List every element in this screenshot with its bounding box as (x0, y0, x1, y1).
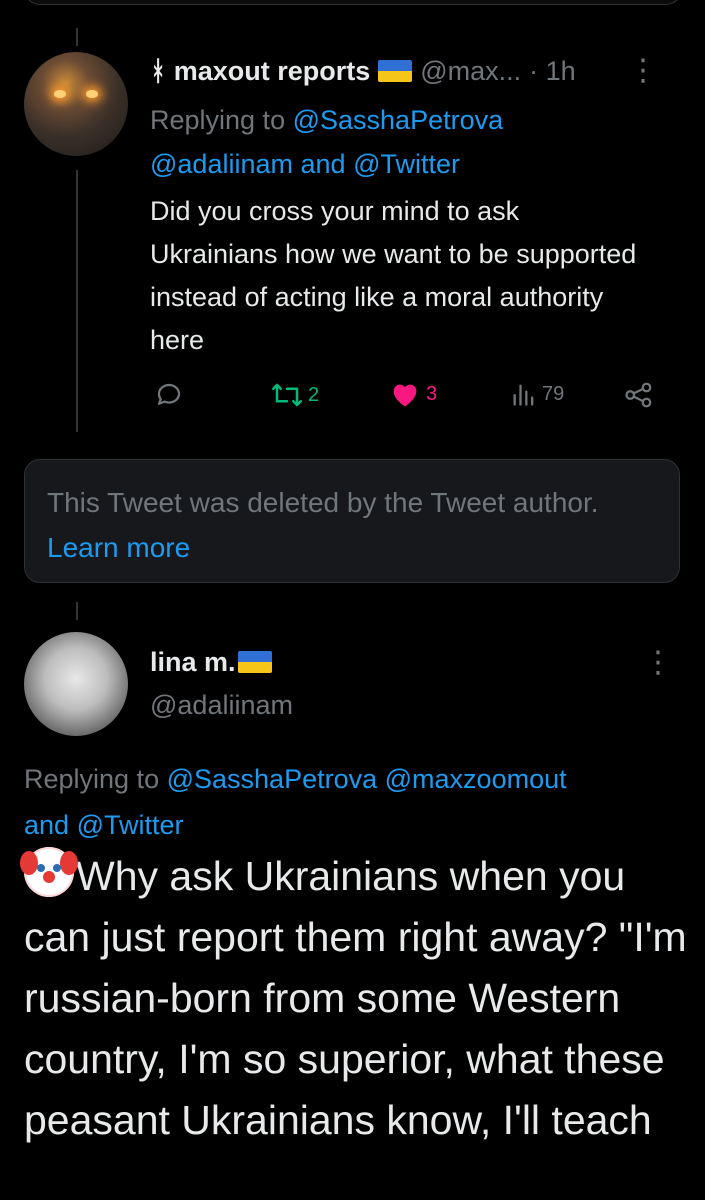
clown-emoji-icon (20, 847, 78, 897)
retweet-count: 2 (308, 383, 320, 406)
share-button[interactable] (624, 380, 654, 410)
previous-card-edge (24, 0, 682, 5)
mention-link[interactable]: @Twitter (77, 810, 184, 840)
mention-link[interactable]: @SasshaPetrova (293, 105, 504, 135)
more-icon[interactable]: ⋮ (643, 648, 673, 678)
mention-link[interactable]: @maxzoomout (385, 764, 567, 794)
mention-and[interactable]: and (24, 810, 69, 840)
tweet-actions: 2 3 79 (150, 380, 670, 416)
learn-more-link[interactable]: Learn more (47, 532, 190, 563)
flag-ukraine-icon (237, 651, 272, 673)
tweet-header: ᚼ maxout reports @max... · 1h ⋮ (150, 52, 690, 90)
replying-label: Replying to (150, 105, 286, 135)
tweet-header: lina m. (150, 642, 280, 682)
deleted-notice: This Tweet was deleted by the Tweet auth… (47, 487, 599, 518)
reply-button[interactable] (154, 380, 184, 410)
handle[interactable]: @adaliinam (150, 690, 293, 721)
reply-icon (157, 383, 181, 405)
like-button[interactable]: 3 (390, 380, 437, 408)
mention-link[interactable]: @SasshaPetrova (167, 764, 378, 794)
views-icon (513, 384, 534, 406)
mention-link[interactable]: @Twitter (353, 149, 460, 179)
tweet-text-main: Why ask Ukrainians when you can just rep… (20, 846, 694, 1151)
thread-line (76, 602, 78, 620)
like-count: 3 (426, 382, 438, 405)
views-button[interactable]: 79 (510, 380, 564, 408)
tweet-text: Why ask Ukrainians when you can just rep… (24, 853, 687, 1143)
display-name[interactable]: lina m. (150, 647, 236, 678)
retweet-button[interactable]: 2 (270, 380, 319, 410)
tweet-text: Did you cross your mind to ask Ukrainian… (150, 196, 637, 355)
replying-label: Replying to (24, 764, 160, 794)
thread-line (76, 170, 78, 432)
views-count: 79 (542, 382, 565, 405)
share-icon (625, 382, 652, 408)
mention-link[interactable]: @adaliinam (150, 149, 293, 179)
mention-and[interactable]: and (301, 149, 346, 179)
thread-line (76, 28, 78, 46)
display-name[interactable]: ᚼ maxout reports (150, 56, 370, 87)
retweet-icon (272, 383, 302, 407)
avatar[interactable] (24, 52, 128, 156)
handle[interactable]: @max... (420, 56, 521, 87)
replying-to: Replying to @SasshaPetrova @adaliinam an… (150, 98, 650, 186)
avatar[interactable] (24, 632, 128, 736)
deleted-tweet-card: This Tweet was deleted by the Tweet auth… (24, 459, 680, 583)
timestamp[interactable]: · 1h (529, 56, 576, 87)
flag-ukraine-icon (378, 60, 413, 82)
like-icon (393, 384, 417, 407)
more-icon[interactable]: ⋮ (628, 56, 658, 86)
replying-to: Replying to @SasshaPetrova @maxzoomout a… (24, 756, 674, 848)
